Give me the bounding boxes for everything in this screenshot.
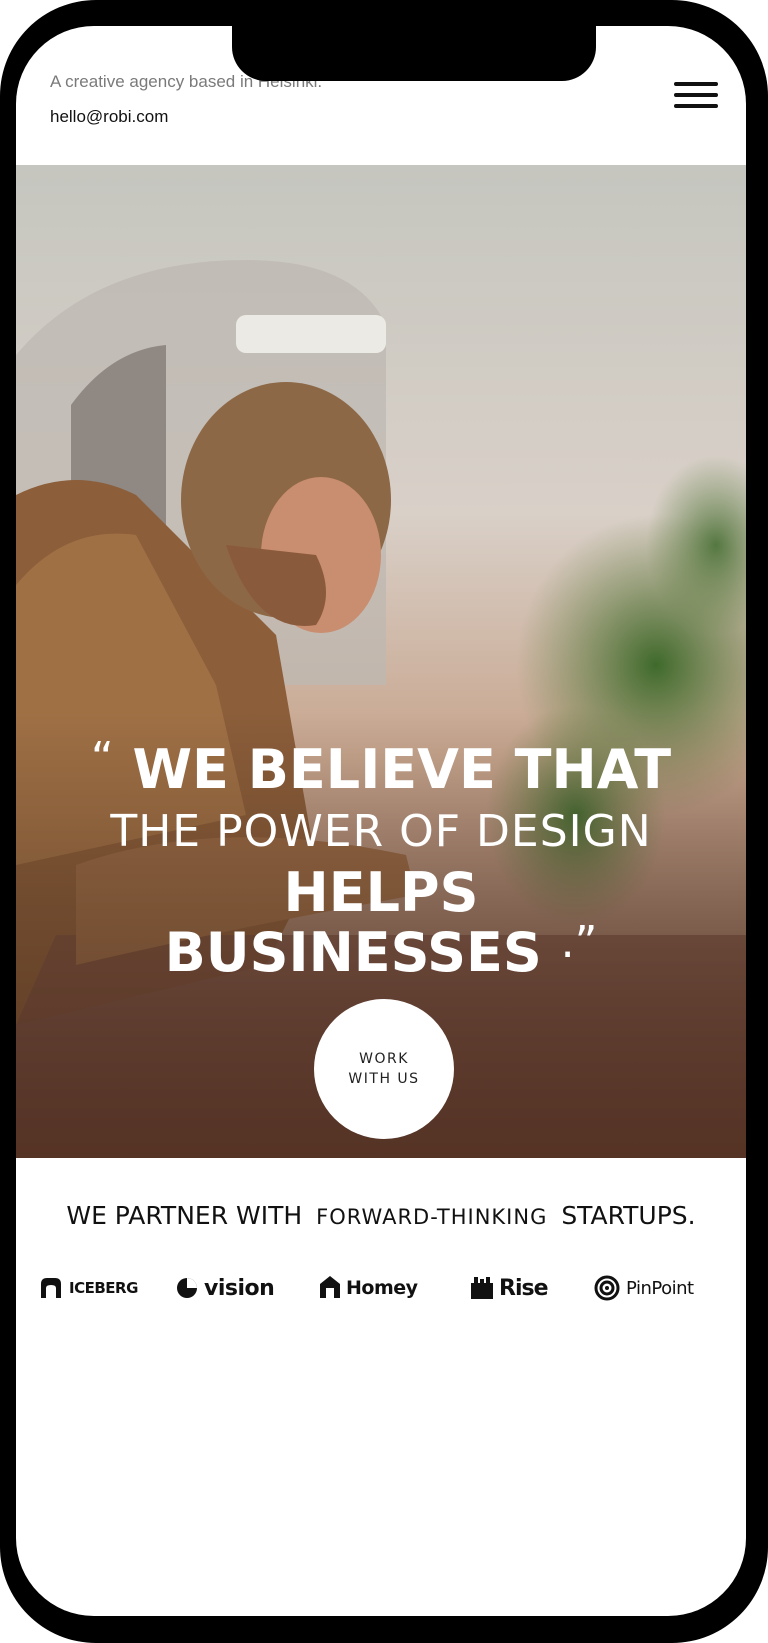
work-with-us-button[interactable]: WORK WITH US (314, 999, 454, 1139)
hamburger-menu-icon[interactable] (674, 80, 722, 114)
rise-icon (471, 1277, 493, 1299)
logo-vision[interactable]: vision (176, 1268, 275, 1308)
close-quote-mark: .” (560, 917, 598, 968)
logo-homey-text: Homey (346, 1277, 418, 1299)
logo-pinpoint-text: PinPoint (626, 1277, 694, 1299)
partners-title-part-3: STARTUPS. (561, 1201, 696, 1230)
screen: A creative agency based in Helsinki. hel… (16, 26, 746, 1616)
logo-rise-text: Rise (499, 1275, 548, 1301)
logo-iceberg-text: ICEBERG (69, 1279, 138, 1297)
partners-title: WE PARTNER WITH FORWARD-THINKING STARTUP… (16, 1201, 746, 1230)
logo-iceberg[interactable]: ICEBERG (39, 1268, 138, 1308)
partners-title-part-1: WE PARTNER WITH (66, 1201, 303, 1230)
cta-label-line-1: WORK (359, 1051, 409, 1067)
partner-logos: ICEBERG vision Homey Rise PinPoint (16, 1268, 746, 1308)
vision-icon (177, 1278, 197, 1298)
pinpoint-icon (594, 1275, 620, 1301)
cta-label-line-2: WITH US (348, 1071, 420, 1087)
notch (232, 26, 596, 81)
quote-line-1-text: WE BELIEVE THAT (132, 738, 672, 801)
homey-icon (320, 1276, 340, 1298)
open-quote-mark: “ (90, 733, 114, 784)
logo-pinpoint[interactable]: PinPoint (594, 1268, 694, 1308)
hero-quote: “ WE BELIEVE THAT THE POWER OF DESIGN HE… (16, 737, 746, 984)
logo-rise[interactable]: Rise (471, 1268, 548, 1308)
email-link[interactable]: hello@robi.com (50, 107, 168, 127)
iceberg-icon (41, 1278, 61, 1298)
quote-line-1: “ WE BELIEVE THAT (16, 737, 746, 801)
logo-vision-text: vision (204, 1275, 275, 1301)
quote-line-4-text: BUSINESSES (164, 921, 542, 984)
partners-title-part-2: FORWARD-THINKING (316, 1205, 548, 1229)
quote-line-4: BUSINESSES .” (16, 921, 746, 984)
quote-line-3: HELPS (283, 861, 479, 924)
logo-homey[interactable]: Homey (320, 1268, 418, 1308)
quote-line-2: THE POWER OF DESIGN (110, 806, 652, 857)
